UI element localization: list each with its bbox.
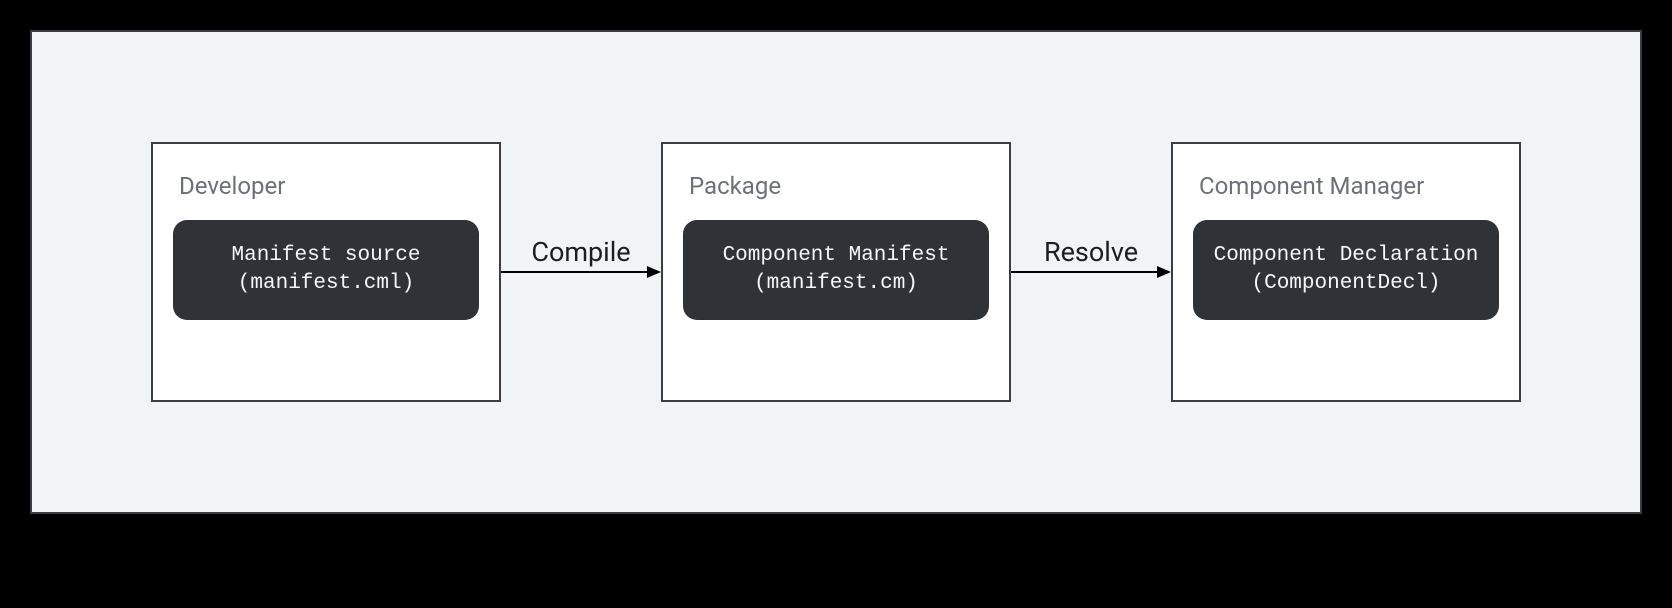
stage-title: Component Manager xyxy=(1193,172,1499,200)
diagram-canvas: Developer Manifest source (manifest.cml)… xyxy=(30,30,1642,514)
connector-resolve: Resolve xyxy=(1011,262,1171,282)
pill-line2: (manifest.cml) xyxy=(185,270,467,298)
stage-developer: Developer Manifest source (manifest.cml) xyxy=(151,142,501,402)
stage-pill-component-manifest: Component Manifest (manifest.cm) xyxy=(683,220,989,320)
pill-line1: Component Manifest xyxy=(695,242,977,270)
stage-title: Developer xyxy=(173,172,479,200)
pill-line1: Component Declaration xyxy=(1205,242,1487,270)
stage-component-manager: Component Manager Component Declaration … xyxy=(1171,142,1521,402)
pill-line1: Manifest source xyxy=(185,242,467,270)
stage-package: Package Component Manifest (manifest.cm) xyxy=(661,142,1011,402)
pill-line2: (ComponentDecl) xyxy=(1205,270,1487,298)
stage-pill-component-declaration: Component Declaration (ComponentDecl) xyxy=(1193,220,1499,320)
stage-title: Package xyxy=(683,172,989,200)
connector-label: Resolve xyxy=(1044,236,1138,268)
pill-line2: (manifest.cm) xyxy=(695,270,977,298)
connector-label: Compile xyxy=(531,236,630,268)
stage-pill-manifest-source: Manifest source (manifest.cml) xyxy=(173,220,479,320)
connector-compile: Compile xyxy=(501,262,661,282)
